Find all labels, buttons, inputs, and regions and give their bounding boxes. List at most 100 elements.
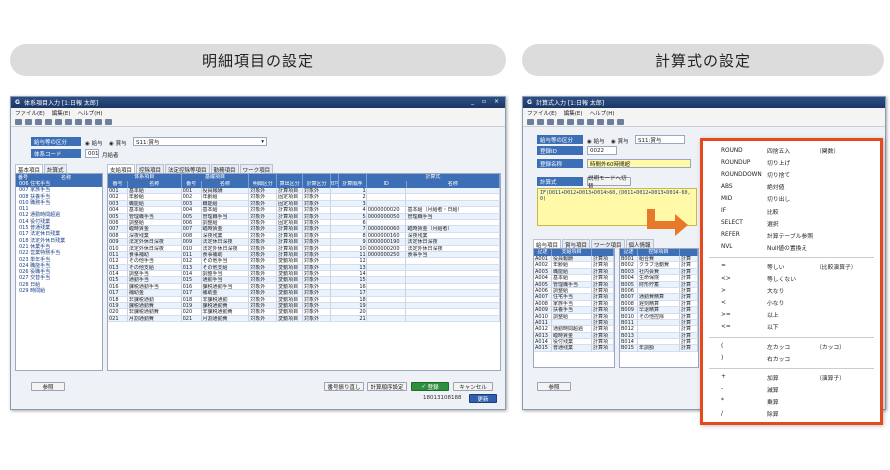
formula-label: 計算式	[537, 177, 583, 186]
list-cell: A015	[534, 345, 552, 352]
popup-item[interactable]: NVL Null値の置換え	[703, 242, 880, 253]
popup-item[interactable]: ROUNDDOWN 切り捨て	[703, 169, 880, 180]
copy-icon[interactable]	[85, 118, 92, 125]
popup-key: =	[721, 263, 726, 270]
last-record-icon[interactable]	[75, 118, 82, 125]
popup-item[interactable]: ROUND 四捨五入 （関数）	[703, 145, 880, 156]
table-row[interactable]: 021 月割通勤費 021 月割通勤費 対象外 変動項目 対象外 21	[108, 315, 500, 323]
grid-column-header[interactable]: 計算区分	[303, 181, 331, 188]
search-icon[interactable]	[25, 118, 32, 125]
radio-salary[interactable]: ◉ 給与	[85, 139, 103, 147]
system-code-input[interactable]: 001	[85, 149, 99, 158]
first-record-icon[interactable]	[557, 118, 564, 125]
popup-key: MID	[721, 195, 733, 202]
first-record-icon[interactable]	[45, 118, 52, 125]
section-title-details: 明細項目の設定	[10, 44, 506, 76]
toolbar	[11, 117, 505, 127]
list-item[interactable]: 029 時間給	[16, 288, 102, 294]
description-mode-button[interactable]: 説明モードへ切替	[587, 176, 631, 190]
menu-help[interactable]: ヘルプ(H)	[590, 109, 615, 117]
popup-item[interactable]: + 加算 （演算子）	[703, 372, 880, 383]
next-record-icon[interactable]	[577, 118, 584, 125]
popup-item[interactable]: = 等しい （比較演算子）	[703, 261, 880, 272]
details-window: G 体系項目入力 [1:日報 太郎] _ ▫ × ファイル(E) 編集(E) ヘ…	[10, 96, 506, 410]
list-item[interactable]: A015 普通残業 計算項	[534, 345, 614, 352]
next-record-icon[interactable]	[65, 118, 72, 125]
popup-item[interactable]: * 乗算	[703, 396, 880, 407]
system-select[interactable]: S11:賞与	[635, 135, 685, 144]
radio-salary[interactable]: ◉ 給与	[587, 137, 605, 145]
popup-item[interactable]: > 大なり	[703, 285, 880, 296]
menu-file[interactable]: ファイル(E)	[15, 109, 45, 117]
system-select[interactable]: S11:賞与 ▾	[133, 137, 267, 146]
grid-column-header[interactable]: 名称	[202, 181, 250, 188]
popup-item[interactable]: IF 比較	[703, 206, 880, 217]
popup-item[interactable]: >= 以上	[703, 309, 880, 320]
grid-column-header[interactable]: ID	[367, 181, 407, 188]
popup-item[interactable]: REFER 計算テーブル参照	[703, 230, 880, 241]
menu-edit[interactable]: 編集(E)	[564, 109, 583, 117]
popup-item[interactable]: < 小なり	[703, 297, 880, 308]
grid-column-header[interactable]: 計算順序	[339, 181, 367, 188]
copy-icon[interactable]	[597, 118, 604, 125]
table-cell: 月割通勤費	[201, 315, 250, 323]
close-icon[interactable]	[617, 118, 624, 125]
popup-desc: 計算テーブル参照	[767, 233, 814, 240]
grid-column-header[interactable]: 算出区分	[277, 181, 304, 188]
popup-item[interactable]: ABS 絶対値	[703, 181, 880, 192]
menu-file[interactable]: ファイル(E)	[527, 109, 557, 117]
calc-order-button[interactable]: 計算順序設定	[367, 382, 407, 391]
window-title: 体系項目入力 [1:日報 太郎]	[23, 100, 99, 107]
print-icon[interactable]	[95, 118, 102, 125]
help-icon[interactable]	[15, 118, 22, 125]
renumber-button[interactable]: 番号振り直し	[324, 382, 364, 391]
grid-column-header[interactable]: 番号	[182, 181, 202, 188]
list-cell: B015	[620, 345, 638, 352]
grid-column-header[interactable]: 印字区分	[331, 181, 339, 188]
list-item[interactable]: B015 年調額 計算	[620, 345, 698, 352]
close-icon[interactable]	[105, 118, 112, 125]
popup-key: +	[721, 374, 726, 381]
help-icon[interactable]	[527, 118, 534, 125]
save-icon[interactable]	[35, 118, 42, 125]
save-icon[interactable]	[547, 118, 554, 125]
grid-column-header[interactable]: 明細区分	[249, 181, 278, 188]
popup-desc: 減算	[767, 387, 779, 394]
prev-record-icon[interactable]	[567, 118, 574, 125]
grid-column-header[interactable]: 番号	[108, 181, 128, 188]
search-icon[interactable]	[537, 118, 544, 125]
popup-desc: 小なり	[767, 301, 785, 308]
reference-button[interactable]: 参照	[537, 382, 571, 391]
popup-item[interactable]: - 減算	[703, 384, 880, 395]
popup-key: ROUND	[721, 147, 743, 154]
popup-item[interactable]: (左カッコ （カッコ）	[703, 341, 880, 352]
reference-button[interactable]: 参照	[31, 382, 65, 391]
radio-bonus[interactable]: ◉ 賞与	[109, 139, 127, 147]
menu-help[interactable]: ヘルプ(H)	[78, 109, 103, 117]
popup-key: )	[721, 355, 724, 362]
popup-item[interactable]: SELECT 選択	[703, 218, 880, 229]
last-record-icon[interactable]	[587, 118, 594, 125]
radio-bonus[interactable]: ◉ 賞与	[611, 137, 629, 145]
table-cell: 021	[181, 315, 202, 323]
register-button[interactable]: ✓ 登録	[411, 382, 449, 391]
register-id-input[interactable]: 0022	[587, 146, 617, 155]
popup-item[interactable]: ) 右カッコ	[703, 353, 880, 364]
print-icon[interactable]	[607, 118, 614, 125]
popup-item[interactable]: ROUNDUP 切り上げ	[703, 157, 880, 168]
cancel-button[interactable]: キャンセル	[453, 382, 493, 391]
prev-record-icon[interactable]	[55, 118, 62, 125]
register-name-input[interactable]: 時間外60時間超	[587, 159, 691, 168]
popup-item[interactable]: <= 以下	[703, 321, 880, 332]
popup-item[interactable]: <> 等しくない	[703, 273, 880, 284]
popup-key: <>	[721, 275, 731, 282]
popup-item[interactable]: / 除算	[703, 408, 880, 419]
menu-edit[interactable]: 編集(E)	[52, 109, 71, 117]
window-controls[interactable]: _ ▫ ×	[471, 98, 502, 105]
grid-column-header[interactable]: 名称	[407, 181, 500, 188]
popup-desc: 選択	[767, 221, 779, 228]
list-cell: 計算	[680, 345, 698, 352]
update-button[interactable]: 更新	[469, 394, 497, 403]
grid-column-header[interactable]: 名称	[128, 181, 182, 188]
popup-item[interactable]: MID 切り出し	[703, 193, 880, 204]
